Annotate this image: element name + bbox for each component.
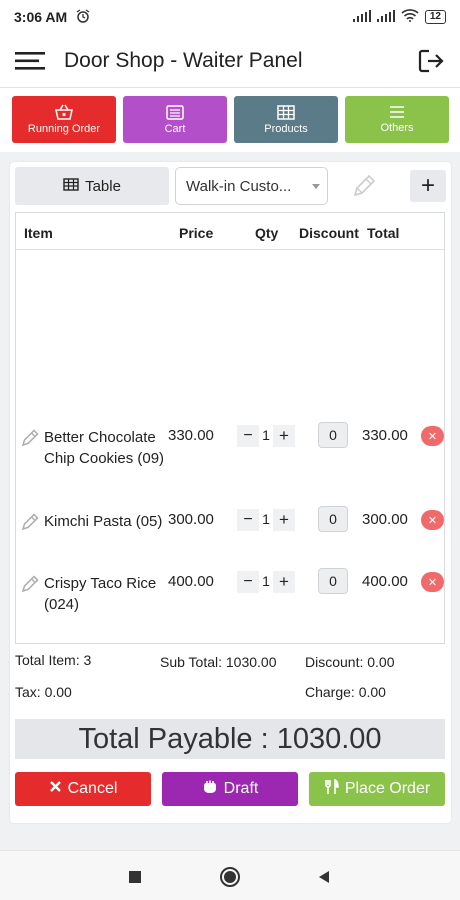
list-icon — [166, 104, 184, 120]
edit-item-pencil-icon[interactable] — [20, 428, 40, 453]
tab-label: Others — [380, 122, 414, 134]
item-discount-input[interactable]: 0 — [318, 568, 348, 594]
place-order-label: Place Order — [344, 780, 431, 797]
item-total: 400.00 — [362, 573, 408, 590]
qty-decrease-button[interactable]: − — [237, 571, 259, 593]
app-bar: Door Shop - Waiter Panel — [0, 34, 460, 88]
close-icon — [49, 780, 62, 798]
tab-label: Running Order — [27, 123, 101, 135]
item-qty: 1 — [262, 573, 270, 589]
summary-discount: Discount: 0.00 — [305, 654, 395, 670]
qty-increase-button[interactable]: + — [273, 571, 295, 593]
back-triangle-icon[interactable] — [312, 865, 336, 889]
item-name: Kimchi Pasta (05) — [44, 513, 163, 530]
wifi-icon — [401, 9, 419, 25]
table-button-label: Table — [85, 177, 121, 195]
cart-panel: Table Walk-in Custo... + Item Price Qty … — [10, 162, 451, 823]
recents-square-icon[interactable] — [123, 865, 147, 889]
header-divider — [16, 249, 444, 250]
tab-cart[interactable]: Cart — [123, 96, 227, 143]
qty-decrease-button[interactable]: − — [237, 425, 259, 447]
remove-item-close-icon[interactable]: ✕ — [421, 572, 444, 592]
summary-tax: Tax: 0.00 — [15, 684, 72, 700]
alarm-icon — [75, 8, 91, 27]
signal-icon — [352, 9, 371, 25]
customer-select-value: Walk-in Custo... — [186, 177, 292, 195]
tab-label: Products — [264, 122, 308, 135]
category-tabs: Running Order Cart Products Others — [0, 88, 460, 152]
summary-charge: Charge: 0.00 — [305, 684, 386, 700]
header-item: Item — [24, 225, 53, 241]
place-order-button[interactable]: Place Order — [309, 772, 445, 806]
remove-item-close-icon[interactable]: ✕ — [421, 510, 444, 530]
item-qty: 1 — [262, 427, 270, 443]
tab-products[interactable]: Products — [234, 96, 338, 143]
item-name: Better Chocolate Chip Cookies (09) — [44, 429, 165, 467]
signal-icon — [376, 9, 395, 25]
edit-item-pencil-icon[interactable] — [20, 512, 40, 537]
item-total: 330.00 — [362, 427, 408, 444]
draft-label: Draft — [223, 780, 259, 797]
table-grid-icon — [63, 177, 79, 195]
item-price: 300.00 — [168, 511, 214, 528]
remove-item-close-icon[interactable]: ✕ — [421, 426, 444, 446]
tab-label: Cart — [164, 122, 186, 135]
summary-total-item: Total Item: 3 — [15, 652, 92, 668]
item-total: 300.00 — [362, 511, 408, 528]
cancel-button[interactable]: Cancel — [15, 772, 151, 806]
summary-sub-total: Sub Total: 1030.00 — [160, 654, 277, 670]
table-button[interactable]: Table — [15, 167, 169, 205]
customer-select[interactable]: Walk-in Custo... — [175, 167, 328, 205]
menu-icon — [389, 105, 405, 119]
status-time: 3:06 AM — [14, 9, 68, 25]
grid-icon — [277, 104, 295, 120]
app-title: Door Shop - Waiter Panel — [64, 48, 303, 72]
tab-others[interactable]: Others — [345, 96, 449, 143]
qty-decrease-button[interactable]: − — [237, 509, 259, 531]
item-price: 330.00 — [168, 427, 214, 444]
tab-running-order[interactable]: Running Order — [12, 96, 116, 143]
home-circle-icon[interactable] — [218, 865, 242, 889]
total-payable: Total Payable : 1030.00 — [15, 719, 445, 759]
item-discount-input[interactable]: 0 — [318, 506, 348, 532]
item-price: 400.00 — [168, 573, 214, 590]
order-table: Item Price Qty Discount Total Better Cho… — [15, 212, 445, 644]
draft-button[interactable]: Draft — [162, 772, 298, 806]
item-qty: 1 — [262, 511, 270, 527]
add-customer-button[interactable]: + — [410, 170, 446, 202]
dropdown-arrow-icon — [312, 184, 320, 189]
qty-increase-button[interactable]: + — [273, 509, 295, 531]
header-price: Price — [179, 225, 214, 241]
system-nav-bar — [0, 850, 460, 900]
header-total: Total — [367, 225, 400, 241]
basket-icon — [54, 104, 74, 120]
cancel-label: Cancel — [67, 780, 118, 797]
item-name: Crispy Taco Rice (024) — [44, 575, 157, 613]
battery-icon: 12 — [424, 10, 446, 24]
edit-item-pencil-icon[interactable] — [20, 574, 40, 599]
item-discount-input[interactable]: 0 — [318, 422, 348, 448]
header-qty: Qty — [255, 225, 279, 241]
hamburger-menu-icon[interactable] — [0, 34, 60, 88]
cutlery-icon — [324, 778, 339, 800]
status-bar: 3:06 AM 12 — [0, 0, 460, 34]
logout-icon[interactable] — [416, 46, 446, 76]
header-discount: Discount — [299, 225, 359, 241]
hand-icon — [202, 779, 218, 799]
edit-customer-pencil-icon[interactable] — [348, 172, 380, 200]
qty-increase-button[interactable]: + — [273, 425, 295, 447]
